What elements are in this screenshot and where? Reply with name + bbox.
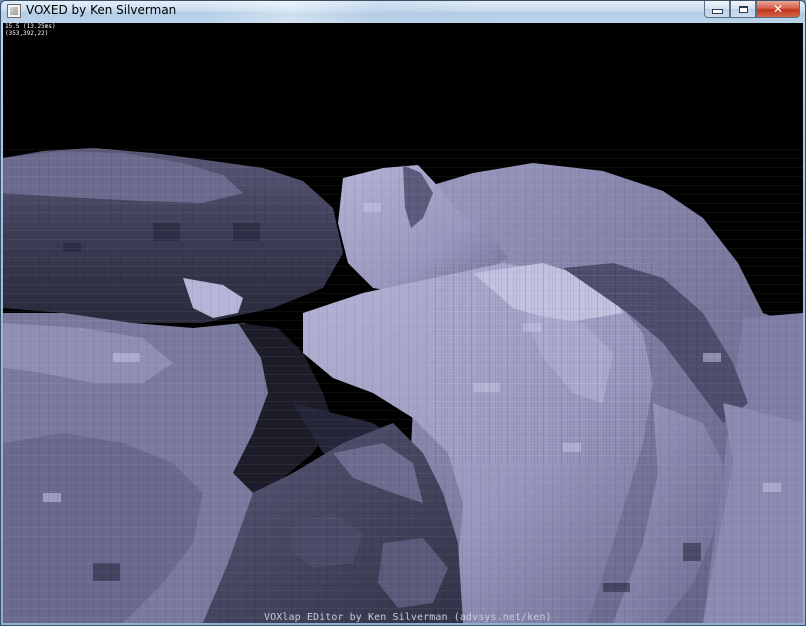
position-readout: (353,392,22) [5, 30, 49, 37]
voxel-terrain-render [3, 23, 803, 623]
minimize-icon [711, 9, 723, 14]
credit-footer: VOXlap EDitor by Ken Silverman (advsys.n… [264, 612, 552, 623]
app-window: VOXED by Ken Silverman ✕ 15.5 (13.25ms) … [0, 0, 806, 626]
app-icon[interactable] [7, 4, 21, 18]
title-bar-glass [201, 1, 501, 23]
window-title: VOXED by Ken Silverman [26, 3, 177, 17]
close-icon: ✕ [772, 2, 784, 16]
maximize-button[interactable] [730, 1, 756, 18]
minimize-button[interactable] [704, 1, 730, 18]
hud-readout: 15.5 (13.25ms) (353,392,22) [5, 23, 56, 37]
title-bar[interactable]: VOXED by Ken Silverman ✕ [1, 1, 805, 23]
caption-buttons: ✕ [704, 1, 800, 19]
close-button[interactable]: ✕ [756, 1, 800, 18]
fps-readout: 15.5 (13.25ms) [5, 23, 56, 30]
maximize-icon [738, 5, 748, 13]
voxel-viewport[interactable]: 15.5 (13.25ms) (353,392,22) VOXlap EDito… [3, 23, 803, 623]
